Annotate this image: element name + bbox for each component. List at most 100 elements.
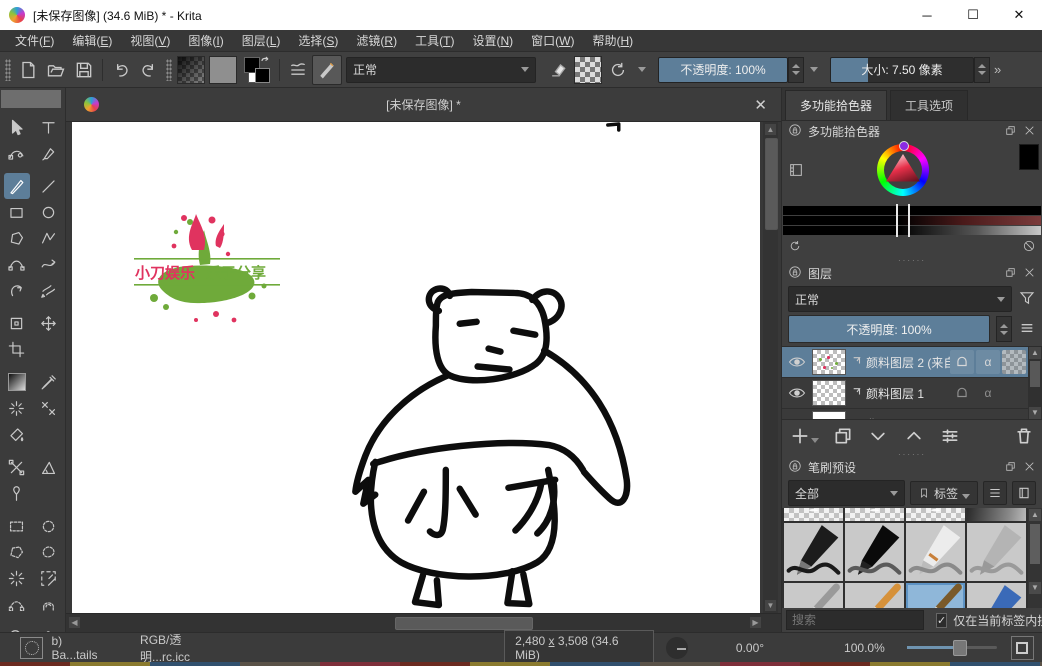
- float-docker-icon[interactable]: [1004, 266, 1017, 282]
- layer-visibility-eye-icon[interactable]: [782, 417, 812, 419]
- menu-item-w[interactable]: 窗口(W): [522, 30, 583, 51]
- opacity-dropdown-arrow[interactable]: [810, 67, 818, 72]
- scroll-down-arrow[interactable]: ▼: [765, 600, 776, 611]
- close-button[interactable]: ✕: [996, 0, 1042, 30]
- menu-item-r[interactable]: 滤镜(R): [347, 30, 406, 51]
- brush-search-input[interactable]: [786, 610, 924, 630]
- shade-strip-handle[interactable]: [896, 204, 910, 237]
- layer-lock-icon[interactable]: [950, 412, 974, 419]
- brush-preset-brush[interactable]: [845, 583, 904, 608]
- magic-wand-select-tool[interactable]: [4, 565, 30, 591]
- layer-visibility-eye-icon[interactable]: [782, 386, 812, 400]
- details-view-button[interactable]: [1012, 481, 1036, 505]
- scroll-up-arrow[interactable]: ▲: [765, 124, 776, 135]
- shade-strip-3[interactable]: [783, 226, 1041, 235]
- brush-preset-brush[interactable]: [784, 583, 843, 608]
- layer-thumbnail[interactable]: [812, 380, 846, 406]
- transform-tool[interactable]: [4, 310, 30, 336]
- multibrush-tool[interactable]: [36, 277, 62, 303]
- preserve-alpha-button[interactable]: [574, 56, 602, 84]
- dynamic-brush-tool[interactable]: [4, 277, 30, 303]
- hue-knob[interactable]: [899, 141, 909, 151]
- tag-button[interactable]: 标签: [910, 481, 978, 505]
- layer-row-0[interactable]: 颜料图层 2 (来自粘贴)α: [782, 347, 1042, 378]
- edit-shapes-tool[interactable]: [4, 140, 30, 166]
- crop-tool[interactable]: [4, 336, 30, 362]
- undo-button[interactable]: [107, 56, 135, 84]
- zoom-slider-handle[interactable]: [953, 640, 967, 656]
- save-button[interactable]: [70, 56, 98, 84]
- brush-grid-scrollbar[interactable]: ▲ ▼: [1028, 508, 1042, 608]
- scroll-down-arrow[interactable]: ▼: [1029, 407, 1041, 419]
- duplicate-layer-button[interactable]: [833, 426, 853, 446]
- gradient-chooser[interactable]: [177, 56, 205, 84]
- menu-item-n[interactable]: 设置(N): [463, 30, 522, 51]
- new-document-button[interactable]: [14, 56, 42, 84]
- move-layer-up-button[interactable]: [903, 426, 925, 446]
- layer-visibility-eye-icon[interactable]: [782, 355, 812, 369]
- lock-docker-icon[interactable]: [788, 265, 802, 282]
- polyline-tool[interactable]: [36, 225, 62, 251]
- selection-mode-icon[interactable]: [20, 637, 43, 659]
- toolbar-drag-handle-2[interactable]: [166, 59, 172, 81]
- opacity-slider[interactable]: 不透明度: 100%: [658, 57, 788, 83]
- brush-preset-pencil[interactable]: [967, 583, 1026, 608]
- alpha-lock-icon[interactable]: α: [976, 412, 1000, 419]
- layer-filter-icon[interactable]: [1018, 289, 1036, 310]
- fill-tool[interactable]: [4, 421, 30, 447]
- bezier-select-tool[interactable]: [4, 591, 30, 617]
- alpha-channel-icon[interactable]: [1002, 412, 1026, 419]
- fg-bg-color-swap[interactable]: [242, 56, 272, 84]
- magnetic-select-tool[interactable]: [36, 591, 62, 617]
- brush-preset-eraser[interactable]: [784, 508, 843, 521]
- tab-advanced-color-selector[interactable]: 多功能拾色器: [785, 90, 887, 120]
- shade-strip-2[interactable]: [783, 216, 1041, 225]
- delete-layer-button[interactable]: [1014, 426, 1034, 446]
- menu-item-l[interactable]: 图层(L): [233, 30, 290, 51]
- color-profile-text[interactable]: RGB/透明...rc.icc: [140, 631, 229, 665]
- lock-docker-icon[interactable]: [788, 123, 802, 140]
- redo-button[interactable]: [135, 56, 163, 84]
- inherit-alpha-icon[interactable]: [950, 381, 974, 405]
- vscroll-thumb[interactable]: [765, 138, 778, 230]
- layer-thumbnail[interactable]: [812, 349, 846, 375]
- measure-tool[interactable]: [36, 454, 62, 480]
- refresh-icon[interactable]: [788, 239, 802, 256]
- zoom-level-value[interactable]: 100.0%: [844, 641, 885, 655]
- select-shapes-tool[interactable]: [4, 114, 30, 140]
- freehand-brush-tool[interactable]: [4, 173, 30, 199]
- layer-list-scrollbar[interactable]: ▲ ▼: [1028, 347, 1042, 419]
- add-layer-dropdown-arrow[interactable]: [811, 438, 819, 443]
- close-docker-icon[interactable]: [1023, 266, 1036, 282]
- layer-opacity-slider[interactable]: 不透明度: 100%: [788, 315, 990, 343]
- layer-scroll-thumb[interactable]: [1030, 361, 1040, 387]
- polygon-select-tool[interactable]: [4, 539, 30, 565]
- menu-item-s[interactable]: 选择(S): [289, 30, 347, 51]
- brush-preset-pen[interactable]: [967, 523, 1026, 581]
- brush-tag-filter-combobox[interactable]: 全部: [788, 480, 905, 506]
- move-layer-down-button[interactable]: [867, 426, 889, 446]
- choose-workspace-button[interactable]: [284, 56, 312, 84]
- open-document-button[interactable]: [42, 56, 70, 84]
- scroll-down-arrow[interactable]: ▼: [1029, 582, 1041, 594]
- smart-patch-tool[interactable]: [4, 395, 30, 421]
- move-tool[interactable]: [36, 310, 62, 336]
- ellipse-tool[interactable]: [36, 199, 62, 225]
- brush-preset-eraser[interactable]: [906, 508, 965, 521]
- add-layer-button[interactable]: [790, 426, 819, 446]
- image-size-indicator[interactable]: 2,480 x 3,508 (34.6 MiB): [504, 630, 654, 666]
- scroll-right-arrow[interactable]: ▶: [750, 617, 761, 628]
- pattern-edit-tool[interactable]: [36, 395, 62, 421]
- toolbox-header[interactable]: [1, 90, 61, 108]
- float-docker-icon[interactable]: [1004, 460, 1017, 476]
- close-docker-icon[interactable]: [1023, 124, 1036, 140]
- menu-item-i[interactable]: 图像(I): [179, 30, 232, 51]
- layer-name[interactable]: 背景: [852, 416, 950, 420]
- document-tab-title[interactable]: [未保存图像] *: [66, 96, 781, 113]
- brush-size-spinner[interactable]: [974, 57, 990, 83]
- color-sampler-tool[interactable]: [36, 369, 62, 395]
- layer-blending-combobox[interactable]: 正常: [788, 286, 1012, 312]
- canvas[interactable]: 小刀娱乐 乐于分享: [72, 122, 760, 613]
- float-docker-icon[interactable]: [1004, 124, 1017, 140]
- display-mode-button[interactable]: [983, 481, 1007, 505]
